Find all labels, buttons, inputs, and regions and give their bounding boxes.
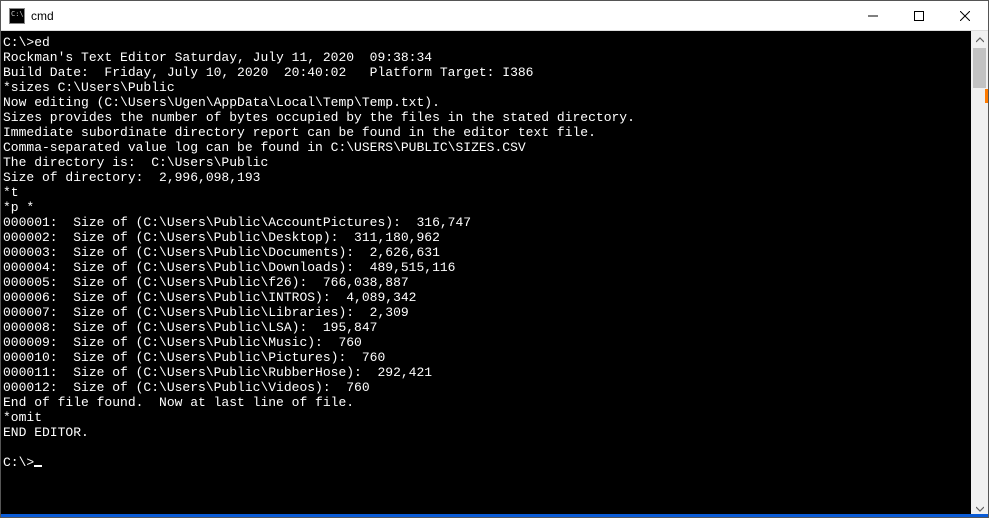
- terminal-output[interactable]: C:\>ed Rockman's Text Editor Saturday, J…: [1, 31, 971, 517]
- terminal-line: Sizes provides the number of bytes occup…: [3, 110, 635, 125]
- terminal-line: C:\>ed: [3, 35, 50, 50]
- terminal-line: 000009: Size of (C:\Users\Public\Music):…: [3, 335, 362, 350]
- terminal-line: Rockman's Text Editor Saturday, July 11,…: [3, 50, 432, 65]
- terminal-line: *t: [3, 185, 19, 200]
- terminal-line: Comma-separated value log can be found i…: [3, 140, 526, 155]
- terminal-line: 000006: Size of (C:\Users\Public\INTROS)…: [3, 290, 416, 305]
- terminal-line: 000003: Size of (C:\Users\Public\Documen…: [3, 245, 440, 260]
- titlebar[interactable]: cmd: [1, 1, 988, 31]
- terminal-line: 000005: Size of (C:\Users\Public\f26): 7…: [3, 275, 409, 290]
- terminal-line: 000008: Size of (C:\Users\Public\LSA): 1…: [3, 320, 377, 335]
- scrollbar-track[interactable]: [971, 48, 988, 500]
- taskbar-edge: [1, 514, 988, 517]
- cmd-icon: [9, 8, 25, 24]
- terminal-line: 000001: Size of (C:\Users\Public\Account…: [3, 215, 471, 230]
- terminal-line: 000002: Size of (C:\Users\Public\Desktop…: [3, 230, 440, 245]
- cursor: [34, 465, 42, 467]
- cmd-window: cmd C:\>ed Rockman's Text Editor Saturda…: [0, 0, 989, 518]
- terminal-line: Size of directory: 2,996,098,193: [3, 170, 260, 185]
- edge-marker: [985, 89, 988, 103]
- terminal-line: 000011: Size of (C:\Users\Public\RubberH…: [3, 365, 432, 380]
- window-controls: [850, 1, 988, 30]
- terminal-line: 000004: Size of (C:\Users\Public\Downloa…: [3, 260, 455, 275]
- client-area: C:\>ed Rockman's Text Editor Saturday, J…: [1, 31, 988, 517]
- chevron-up-icon: [976, 36, 984, 44]
- terminal-line: 000012: Size of (C:\Users\Public\Videos)…: [3, 380, 370, 395]
- terminal-line: Build Date: Friday, July 10, 2020 20:40:…: [3, 65, 534, 80]
- minimize-icon: [868, 11, 878, 21]
- terminal-line: Now editing (C:\Users\Ugen\AppData\Local…: [3, 95, 440, 110]
- scrollbar-thumb[interactable]: [973, 48, 986, 88]
- close-button[interactable]: [942, 1, 988, 30]
- terminal-line: C:\>: [3, 455, 34, 470]
- terminal-line: The directory is: C:\Users\Public: [3, 155, 268, 170]
- terminal-line: *omit: [3, 410, 42, 425]
- terminal-line: 000010: Size of (C:\Users\Public\Picture…: [3, 350, 385, 365]
- terminal-line: 000007: Size of (C:\Users\Public\Librari…: [3, 305, 409, 320]
- maximize-icon: [914, 11, 924, 21]
- maximize-button[interactable]: [896, 1, 942, 30]
- minimize-button[interactable]: [850, 1, 896, 30]
- terminal-line: Immediate subordinate directory report c…: [3, 125, 596, 140]
- terminal-line: End of file found. Now at last line of f…: [3, 395, 354, 410]
- terminal-line: END EDITOR.: [3, 425, 89, 440]
- chevron-down-icon: [976, 505, 984, 513]
- window-title: cmd: [31, 9, 850, 23]
- vertical-scrollbar[interactable]: [971, 31, 988, 517]
- scroll-up-button[interactable]: [971, 31, 988, 48]
- terminal-line: *sizes C:\Users\Public: [3, 80, 175, 95]
- terminal-line: *p *: [3, 200, 34, 215]
- close-icon: [960, 11, 970, 21]
